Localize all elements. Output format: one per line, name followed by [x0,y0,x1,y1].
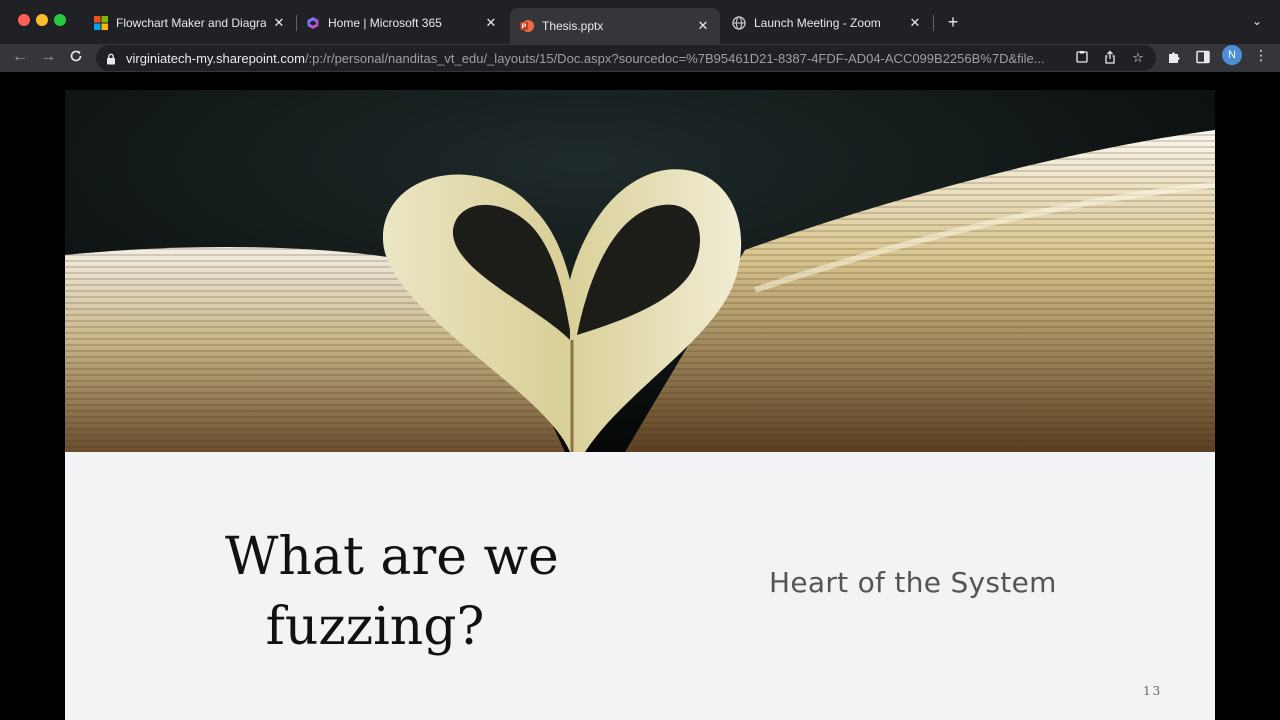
window-close-button[interactable] [18,14,30,26]
tab-zoom[interactable]: Launch Meeting - Zoom ✕ [722,8,932,38]
lock-icon[interactable] [106,52,116,65]
microsoft-icon [94,16,108,30]
powerpoint-icon: P [520,19,534,33]
tab-title: Flowchart Maker and Diagramming [116,16,266,30]
svg-text:P: P [522,24,527,31]
clipboard-icon[interactable] [1074,50,1090,66]
url-text: virginiatech-my.sharepoint.com/:p:/r/per… [126,51,1066,66]
url-host: virginiatech-my.sharepoint.com [126,50,305,66]
tab-close-icon[interactable]: ✕ [272,15,286,31]
reload-icon[interactable] [66,49,86,68]
tab-title: Launch Meeting - Zoom [754,16,881,30]
share-icon[interactable] [1102,50,1118,66]
tab-close-icon[interactable]: ✕ [484,15,498,31]
browser-toolbar: ← → virginiatech-my.sharepoint.com/:p:/r… [0,44,1280,72]
side-panel-icon[interactable] [1195,50,1211,66]
book-heart-photo [65,90,1215,452]
window-zoom-button[interactable] [54,14,66,26]
forward-arrow-icon[interactable]: → [38,48,58,66]
tab-close-icon[interactable]: ✕ [696,18,710,34]
slide-title-line: fuzzing? [265,597,485,657]
tab-thesis[interactable]: P Thesis.pptx ✕ [510,8,720,44]
slide-subtitle: Heart of the System [769,566,1057,599]
window-minimize-button[interactable] [36,14,48,26]
profile-avatar[interactable]: N [1222,45,1242,65]
back-arrow-icon[interactable]: ← [10,48,30,66]
tab-close-icon[interactable]: ✕ [908,15,922,31]
slide-title: What are we fuzzing? [225,522,559,662]
tab-search-chevron-icon[interactable]: ⌄ [1252,14,1262,28]
tab-title: Thesis.pptx [542,19,604,33]
slide: What are we fuzzing? Heart of the System… [65,90,1215,720]
new-tab-button[interactable]: + [944,12,962,33]
extensions-puzzle-icon[interactable] [1166,50,1182,66]
url-path: /:p:/r/personal/nanditas_vt_edu/_layouts… [304,50,1045,66]
tab-flowchart[interactable]: Flowchart Maker and Diagramming ✕ [84,8,296,38]
tab-title: Home | Microsoft 365 [328,16,442,30]
slide-title-line: What are we [225,527,559,587]
browser-menu-icon[interactable]: ⋮ [1254,47,1268,63]
slide-number: 13 [1143,684,1163,698]
address-bar[interactable]: virginiatech-my.sharepoint.com/:p:/r/per… [96,45,1156,71]
bookmark-star-icon[interactable]: ☆ [1130,50,1146,66]
tab-microsoft365[interactable]: Home | Microsoft 365 ✕ [296,8,508,38]
presentation-viewport: What are we fuzzing? Heart of the System… [0,72,1280,720]
microsoft365-icon [306,16,320,30]
tab-divider [933,15,934,31]
globe-icon [732,16,746,30]
browser-tab-strip: Flowchart Maker and Diagramming ✕ Home |… [0,0,1280,44]
